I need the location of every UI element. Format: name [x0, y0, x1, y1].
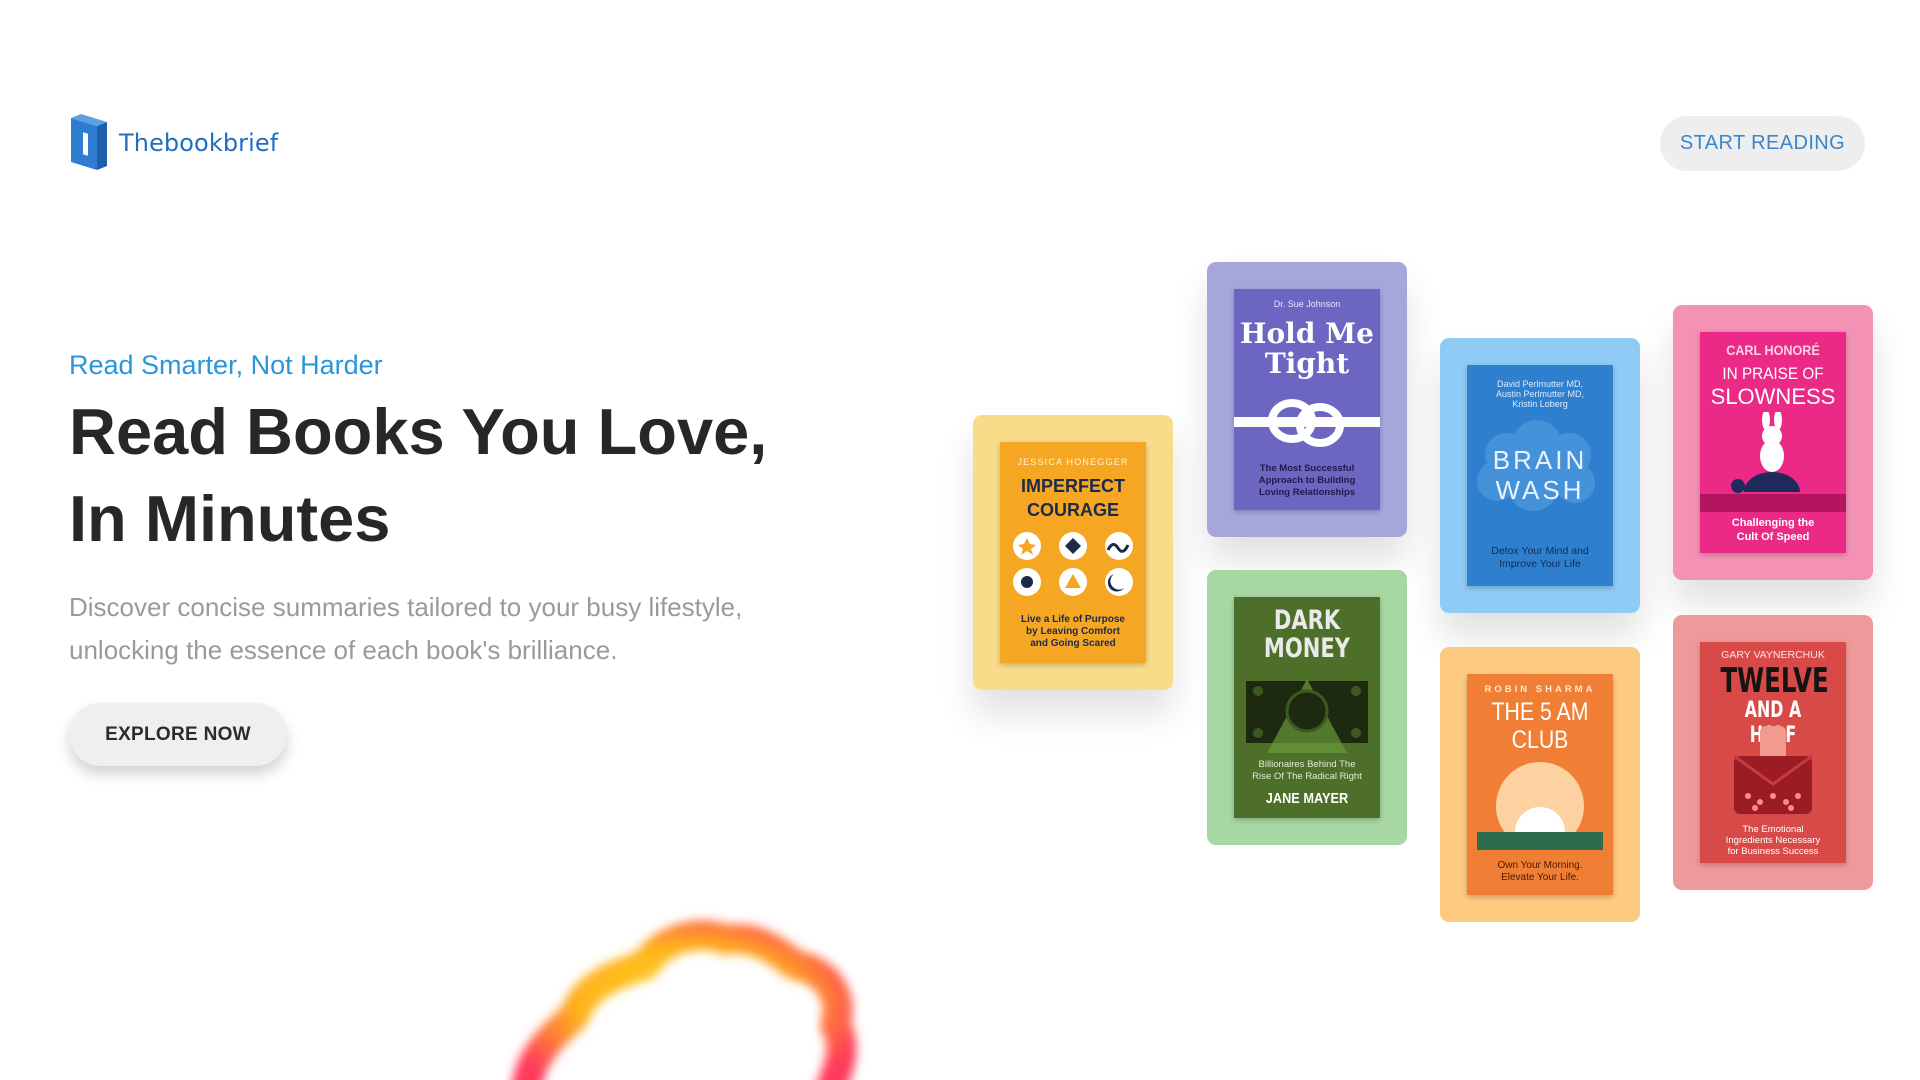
book-subtitle-line: The Emotional [1742, 824, 1804, 835]
book-author-line: David Perlmutter MD, [1496, 379, 1584, 389]
book-title-line: BRAIN [1492, 445, 1588, 475]
book-author-line: Austin Perlmutter MD, [1495, 389, 1585, 399]
start-reading-button[interactable]: START READING [1660, 116, 1865, 171]
book-title-line: Tight [1264, 347, 1350, 380]
brand-name: Thebookbrief [119, 129, 279, 157]
book-cover: DARK MONEY Billionaires Behind The Rise … [1234, 597, 1380, 818]
book-card-hold-me-tight[interactable]: Dr. Sue Johnson Hold Me Tight The Most S… [1207, 262, 1407, 537]
book-title-line: IMPERFECT [1020, 476, 1125, 496]
book-subtitle-line: Challenging the [1731, 517, 1815, 529]
book-subtitle-line: Elevate Your Life. [1501, 872, 1579, 883]
book-cover: Dr. Sue Johnson Hold Me Tight The Most S… [1234, 289, 1380, 510]
book-title-line: TWELVE [1720, 661, 1829, 701]
hero-headline: Read Books You Love, In Minutes [69, 395, 768, 555]
book-card-dark-money[interactable]: DARK MONEY Billionaires Behind The Rise … [1207, 570, 1407, 845]
book-author: CARL HONORÉ [1726, 342, 1820, 358]
explore-now-button[interactable]: EXPLORE NOW [69, 703, 287, 766]
book-logo-icon [71, 114, 107, 170]
shapes-illustration-icon [1013, 532, 1133, 596]
book-subtitle-line: Ingredients Necessary [1725, 835, 1821, 846]
book-subtitle-line: Loving Relationships [1258, 487, 1356, 498]
book-subtitle-line: Approach to Building [1258, 475, 1356, 486]
book-subtitle-line: Improve Your Life [1499, 558, 1581, 570]
knot-illustration-icon [1234, 399, 1380, 447]
book-card-in-praise-of-slowness[interactable]: CARL HONORÉ IN PRAISE OF SLOWNESS Challe… [1673, 305, 1873, 580]
brand-logo[interactable]: Thebookbrief [69, 114, 278, 172]
book-cover: David Perlmutter MD, Austin Perlmutter M… [1467, 365, 1613, 586]
book-subtitle-line: Own Your Morning. [1497, 860, 1583, 871]
book-subtitle-line: The Most Successful [1259, 463, 1355, 474]
book-title-line: MONEY [1263, 633, 1351, 664]
book-title-line: SLOWNESS [1710, 384, 1836, 409]
book-subtitle-line: Detox Your Mind and [1491, 545, 1589, 557]
book-subtitle-line: Billionaires Behind The [1258, 759, 1356, 770]
book-card-brain-wash[interactable]: David Perlmutter MD, Austin Perlmutter M… [1440, 338, 1640, 613]
book-author-line: Kristin Loberg [1512, 399, 1568, 409]
book-subtitle-line: by Leaving Comfort [1026, 626, 1120, 637]
book-author: JANE MAYER [1265, 790, 1349, 807]
book-cover: CARL HONORÉ IN PRAISE OF SLOWNESS Challe… [1700, 332, 1846, 553]
book-title-line: Hold Me [1240, 317, 1374, 350]
book-author: JESSICA HONEGGER [1017, 457, 1129, 467]
decorative-blob-shape [512, 920, 857, 1080]
book-card-twelve-and-a-half[interactable]: GARY VAYNERCHUK TWELVE AND A HALF The Em… [1673, 615, 1873, 890]
book-card-5am-club[interactable]: ROBIN SHARMA THE 5 AM CLUB Own Your Morn… [1440, 647, 1640, 922]
rabbit-on-turtle-illustration-icon [1700, 412, 1846, 512]
book-subtitle-line: Rise Of The Radical Right [1252, 771, 1362, 782]
hero-description: Discover concise summaries tailored to y… [69, 592, 743, 665]
heart-bag-illustration-icon [1733, 726, 1813, 814]
book-title-line: WASH [1495, 475, 1585, 505]
book-cover: GARY VAYNERCHUK TWELVE AND A HALF The Em… [1700, 642, 1846, 863]
book-title-line: COURAGE [1026, 500, 1119, 520]
dollar-bill-illustration-icon [1246, 679, 1368, 753]
book-subtitle-line: for Business Success [1727, 846, 1819, 857]
book-title-line: IN PRAISE OF [1722, 364, 1824, 383]
book-subtitle-line: and Going Scared [1030, 638, 1116, 649]
book-author: GARY VAYNERCHUK [1721, 649, 1825, 661]
sunrise-illustration-icon [1477, 762, 1603, 850]
book-author: ROBIN SHARMA [1484, 684, 1596, 695]
hero-tagline: Read Smarter, Not Harder [69, 350, 383, 380]
book-title-line: DARK [1273, 605, 1341, 636]
book-subtitle-line: Live a Life of Purpose [1021, 614, 1125, 625]
book-cover: JESSICA HONEGGER IMPERFECT COURAGE Live … [1000, 442, 1146, 663]
book-title-line: THE 5 AM [1491, 698, 1589, 726]
book-title-line: CLUB [1511, 726, 1569, 754]
book-subtitle-line: Cult Of Speed [1736, 531, 1810, 543]
book-author: Dr. Sue Johnson [1273, 299, 1341, 309]
book-card-imperfect-courage[interactable]: JESSICA HONEGGER IMPERFECT COURAGE Live … [973, 415, 1173, 690]
book-cover: ROBIN SHARMA THE 5 AM CLUB Own Your Morn… [1467, 674, 1613, 895]
